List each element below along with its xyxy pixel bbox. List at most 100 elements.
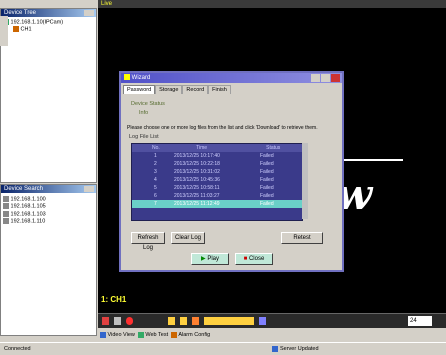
- left-vertical-toolbar: [0, 16, 8, 46]
- cell-no: 7: [154, 201, 157, 207]
- cell-time: 2013/12/25 10:17:40: [174, 153, 220, 159]
- dialog-title: Wizard: [121, 73, 342, 83]
- col-no: No.: [152, 145, 160, 151]
- tab-video-view-label: Video View: [107, 332, 135, 338]
- tree-item-channel[interactable]: CH1: [1, 26, 96, 33]
- search-item[interactable]: 192.168.1.105: [3, 203, 96, 210]
- device-tree-title: Device Tree: [1, 9, 96, 17]
- table-header: No. Time Status: [132, 144, 302, 152]
- table-row[interactable]: 5 2013/12/25 10:58:11 Failed: [132, 184, 302, 192]
- table-row[interactable]: 4 2013/12/25 10:45:36 Failed: [132, 176, 302, 184]
- cell-no: 2: [154, 161, 157, 167]
- device-tree-panel: Device Tree 192.168.1.10(IPCam) CH1: [0, 8, 97, 183]
- search-item[interactable]: 192.168.1.100: [3, 196, 96, 203]
- refresh-log-button[interactable]: Refresh Log: [131, 232, 165, 251]
- col-time: Time: [196, 145, 208, 151]
- cell-no: 6: [154, 193, 157, 199]
- tab-video-view[interactable]: Video View: [100, 329, 135, 341]
- play-icon: ▶: [201, 256, 206, 262]
- dialog-tabs: Password Storage Record Finish: [121, 85, 342, 94]
- search-item[interactable]: 192.168.1.103: [3, 210, 96, 218]
- search-item-label: 192.168.1.110: [10, 218, 46, 225]
- clear-log-button[interactable]: Clear Log: [171, 232, 205, 244]
- search-item[interactable]: 192.168.1.110: [3, 218, 96, 225]
- tab-web-test-label: Web Test: [145, 332, 169, 338]
- table-row[interactable]: 3 2013/12/25 10:31:02 Failed: [132, 168, 302, 176]
- table-row[interactable]: 2 2013/12/25 10:22:18 Failed: [132, 160, 302, 168]
- settings-icon[interactable]: [259, 317, 266, 325]
- status-right: Server Updated: [280, 346, 319, 352]
- bottom-tabs: Video View Web Test Alarm Config: [98, 329, 446, 341]
- status-text: Info: [139, 110, 149, 116]
- list-header: Log File List: [129, 134, 159, 140]
- tab-finish[interactable]: Finish: [208, 85, 231, 94]
- grid-icon[interactable]: [192, 317, 199, 325]
- tree-item-device[interactable]: 192.168.1.10(IPCam): [1, 19, 96, 26]
- cell-time: 2013/12/25 11:12:49: [174, 201, 220, 207]
- tree-item-channel-label: CH1: [20, 26, 32, 33]
- cell-status: Failed: [260, 193, 274, 199]
- device-search-panel: Device Search 192.168.1.100 192.168.1.10…: [0, 184, 97, 336]
- table-scrollbar[interactable]: [302, 143, 308, 219]
- channel-label: 1: CH1: [101, 295, 127, 304]
- zoom-value: 24: [410, 318, 417, 324]
- tab-storage[interactable]: Storage: [155, 85, 183, 94]
- status-icon: [272, 346, 278, 352]
- tab-web-test[interactable]: Web Test: [137, 329, 169, 341]
- wizard-dialog: Wizard Password Storage Record Finish De…: [119, 71, 344, 272]
- cell-time: 2013/12/25 10:45:36: [174, 177, 220, 183]
- tab-password[interactable]: Password: [123, 85, 156, 94]
- record-icon[interactable]: [126, 317, 133, 325]
- panel-close-icon[interactable]: [84, 186, 94, 192]
- cell-no: 4: [154, 177, 157, 183]
- channel-icon: [13, 26, 19, 33]
- panel-close-icon[interactable]: [84, 10, 94, 16]
- zoom-icon[interactable]: [180, 317, 187, 325]
- cell-time: 2013/12/25 11:03:27: [174, 193, 220, 199]
- retest-button[interactable]: Retest: [281, 232, 323, 244]
- search-item-label: 192.168.1.105: [10, 203, 46, 210]
- video-icon: [100, 331, 106, 338]
- cell-time: 2013/12/25 10:22:18: [174, 161, 220, 167]
- web-icon: [137, 331, 144, 338]
- close-button[interactable]: ■ Close: [235, 253, 273, 265]
- instruction-text: Please choose one or more log files from…: [127, 125, 318, 131]
- play-label: Play: [207, 256, 219, 262]
- zoom-field[interactable]: 24: [408, 316, 432, 326]
- cell-status: Failed: [260, 169, 274, 175]
- device-icon: [3, 203, 9, 210]
- play-button[interactable]: ▶ Play: [191, 253, 229, 265]
- table-body: 1 2013/12/25 10:17:40 Failed 2 2013/12/25 10…: [132, 152, 302, 208]
- snapshot-icon[interactable]: [168, 317, 175, 325]
- table-row[interactable]: 6 2013/12/25 11:03:27 Failed: [132, 192, 302, 200]
- cell-time: 2013/12/25 10:58:11: [174, 185, 220, 191]
- dialog-max-icon[interactable]: [321, 74, 330, 82]
- table-row[interactable]: 1 2013/12/25 10:17:40 Failed: [132, 152, 302, 160]
- viewer-line: [343, 159, 403, 161]
- device-search-title: Device Search: [1, 185, 96, 193]
- search-item-label: 192.168.1.103: [10, 211, 46, 218]
- table-row[interactable]: 7 2013/12/25 11:12:49 Failed: [132, 200, 302, 208]
- alarm-icon: [171, 331, 178, 338]
- cell-time: 2013/12/25 10:31:02: [174, 169, 220, 175]
- cell-status: Failed: [260, 161, 274, 167]
- layout-icon[interactable]: [204, 317, 254, 325]
- col-status: Status: [266, 145, 281, 151]
- device-icon: [3, 218, 9, 225]
- device-icon: [3, 196, 9, 202]
- rewind-icon[interactable]: [102, 317, 109, 325]
- dialog-close-icon[interactable]: [331, 74, 340, 82]
- cell-no: 5: [154, 185, 157, 191]
- cell-status: Failed: [260, 177, 274, 183]
- tab-alarm-config-label: Alarm Config: [178, 332, 211, 338]
- playback-toolbar: 24: [98, 313, 446, 328]
- dialog-min-icon[interactable]: [311, 74, 320, 82]
- viewer-title: Live: [98, 0, 446, 8]
- cell-status: Failed: [260, 185, 274, 191]
- tab-record[interactable]: Record: [182, 85, 209, 94]
- stop-icon: ■: [243, 256, 248, 262]
- search-item-label: 192.168.1.100: [10, 196, 46, 203]
- dialog-title-text: Wizard: [131, 75, 151, 81]
- stop-icon[interactable]: [114, 317, 121, 325]
- tab-alarm-config[interactable]: Alarm Config: [171, 329, 210, 341]
